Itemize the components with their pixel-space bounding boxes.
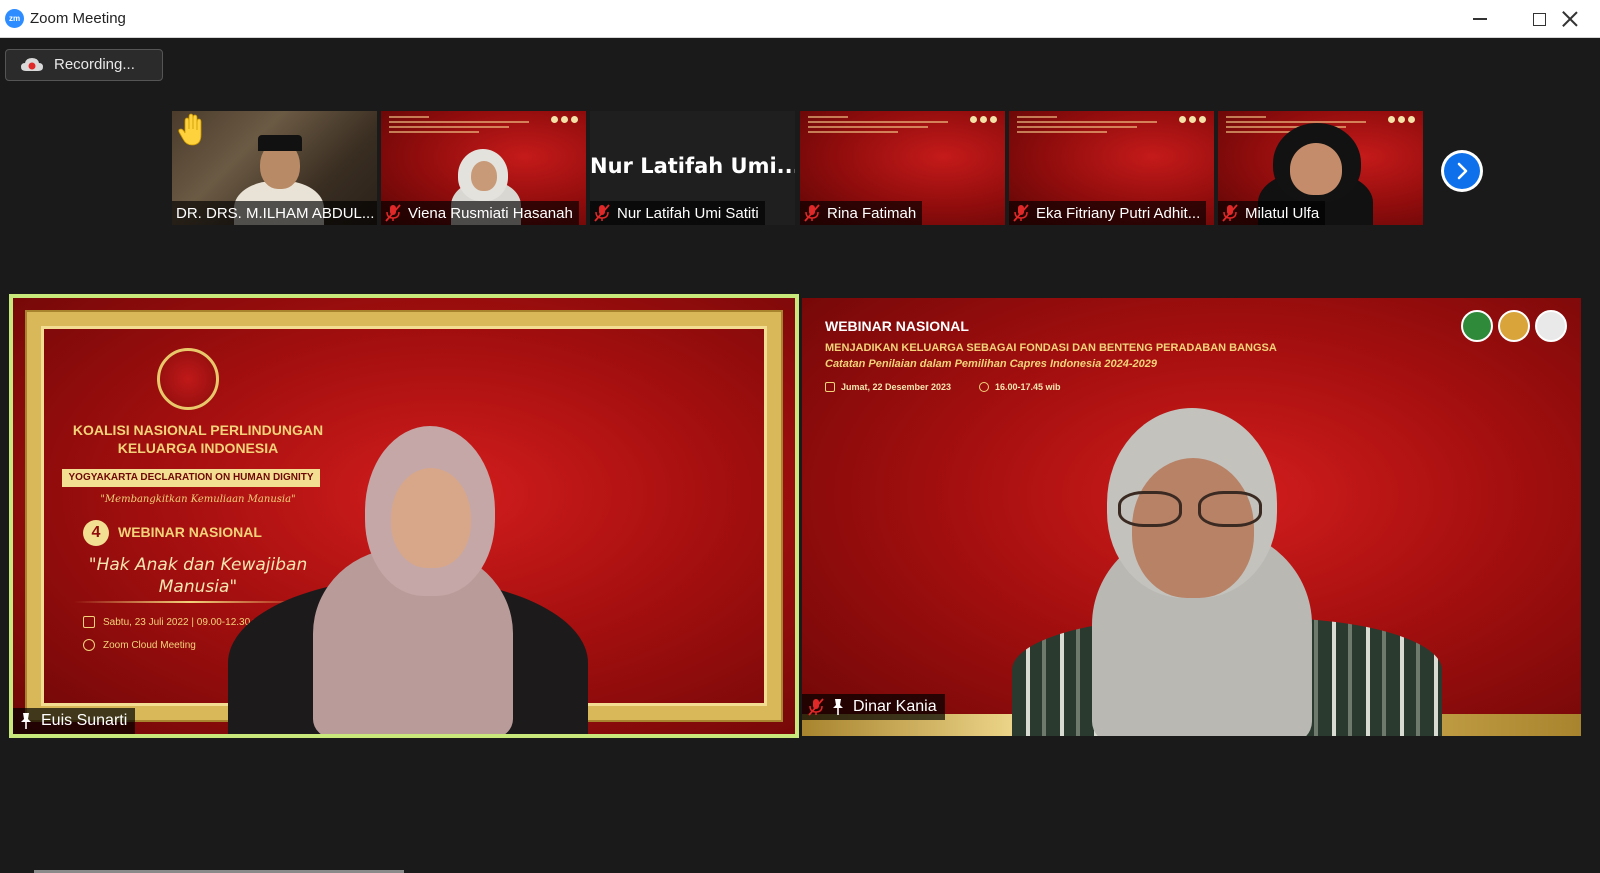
mic-muted-icon [804, 204, 820, 222]
participant-thumbnail[interactable]: Milatul Ulfa [1218, 111, 1423, 225]
title-bar: zm Zoom Meeting [0, 0, 1600, 38]
video-camera-icon [83, 639, 95, 651]
speaker-face [391, 468, 471, 568]
window-title: Zoom Meeting [30, 10, 126, 27]
event-platform: Zoom Cloud Meeting [83, 639, 196, 651]
participant-name-bar: Nur Latifah Umi Satiti [590, 201, 765, 225]
event-time: 16.00-17.45 wib [979, 382, 1061, 392]
speaker-name-bar: Dinar Kania [802, 694, 945, 720]
zoom-logo-icon: zm [5, 9, 24, 28]
divider [73, 601, 307, 603]
speaker-video-tile[interactable]: WEBINAR NASIONAL MENJADIKAN KELUARGA SEB… [802, 298, 1581, 736]
cloud-record-icon [21, 58, 43, 71]
calendar-icon [83, 616, 95, 628]
participant-thumbnail[interactable]: Nur Latifah Umi... Nur Latifah Umi Satit… [590, 111, 795, 225]
participant-name: Nur Latifah Umi Satiti [617, 204, 759, 222]
webinar-label: WEBINAR NASIONAL [118, 524, 262, 540]
participant-name: Milatul Ulfa [1245, 204, 1320, 222]
participant-name-bar: DR. DRS. M.ILHAM ABDUL... [172, 201, 377, 225]
next-page-button[interactable] [1441, 150, 1483, 192]
org-name-line2: KELUARGA INDONESIA [117, 440, 279, 456]
calendar-icon [825, 382, 835, 392]
mic-muted-icon [594, 204, 610, 222]
partner-logo-icon [1535, 310, 1567, 342]
participant-thumbnail[interactable]: DR. DRS. M.ILHAM ABDUL... [172, 111, 377, 225]
mic-muted-icon [1013, 204, 1029, 222]
participant-name-bar: Rina Fatimah [800, 201, 923, 225]
partner-logos [1461, 310, 1567, 342]
partner-logo-icon [1461, 310, 1493, 342]
participant-face [471, 161, 497, 191]
participant-name: DR. DRS. M.ILHAM ABDUL... [176, 204, 375, 222]
speaker-video-tile[interactable]: KOALISI NASIONAL PERLINDUNGAN KELUARGA I… [9, 294, 799, 738]
slide-banner [389, 116, 539, 136]
close-icon [1562, 11, 1578, 27]
webinar-subtitle: Catatan Penilaian dalam Pemilihan Capres… [825, 358, 1157, 370]
recording-label: Recording... [54, 56, 135, 73]
close-button[interactable] [1541, 0, 1599, 38]
event-date: Jumat, 22 Desember 2023 [825, 382, 951, 392]
participant-thumbnail[interactable]: Rina Fatimah [800, 111, 1005, 225]
participant-name-bar: Viena Rusmiati Hasanah [381, 201, 579, 225]
webinar-theme: MENJADIKAN KELUARGA SEBAGAI FONDASI DAN … [825, 342, 1277, 354]
event-time-text: 16.00-17.45 wib [995, 382, 1061, 392]
participant-name: Eka Fitriany Putri Adhit... [1036, 204, 1201, 222]
slide-banner [1017, 116, 1167, 136]
speaker-name: Dinar Kania [853, 698, 937, 715]
event-date-text: Sabtu, 23 Juli 2022 | 09.00-12.30 wib [103, 616, 268, 628]
mic-muted-icon [808, 698, 824, 716]
webinar-number: 4 [83, 520, 109, 546]
talk-title-line1: "Hak Anak dan Kewajiban [88, 555, 308, 575]
slide-logos [1388, 116, 1415, 123]
event-platform-text: Zoom Cloud Meeting [103, 639, 196, 651]
webinar-label: WEBINAR NASIONAL [825, 318, 969, 334]
clock-icon [979, 382, 989, 392]
participant-name-bar: Eka Fitriany Putri Adhit... [1009, 201, 1207, 225]
participant-display-name: Nur Latifah Umi... [590, 154, 795, 178]
participant-name: Viena Rusmiati Hasanah [408, 204, 573, 222]
participant-name: Rina Fatimah [827, 204, 917, 222]
declaration-badge: YOGYAKARTA DECLARATION ON HUMAN DIGNITY [62, 469, 320, 487]
participant-thumbnail[interactable]: Eka Fitriany Putri Adhit... [1009, 111, 1214, 225]
pin-icon [21, 713, 31, 729]
org-name-line1: KOALISI NASIONAL PERLINDUNGAN [72, 422, 324, 438]
participant-thumbnail[interactable]: Viena Rusmiati Hasanah [381, 111, 586, 225]
organization-seal-icon [157, 348, 219, 410]
slide-logos [1179, 116, 1206, 123]
next-page-circle [1444, 153, 1480, 189]
participant-face [1290, 143, 1342, 195]
pin-icon [833, 699, 843, 715]
minimize-button[interactable] [1451, 0, 1509, 38]
speaker-name: Euis Sunarti [41, 712, 128, 729]
chevron-right-icon [1457, 162, 1468, 180]
participant-name-bar: Milatul Ulfa [1218, 201, 1326, 225]
slide-logos [551, 116, 578, 123]
motto: "Membangkitkan Kemuliaan Manusia" [100, 494, 296, 505]
slide-logos [970, 116, 997, 123]
event-date-text: Jumat, 22 Desember 2023 [841, 382, 952, 392]
partner-logo-icon [1498, 310, 1530, 342]
peci-cap [258, 135, 302, 151]
glasses-icon [1118, 491, 1264, 529]
mic-muted-icon [385, 204, 401, 222]
slide-banner [808, 116, 958, 136]
speaker-name-bar: Euis Sunarti [13, 708, 136, 734]
event-date: Sabtu, 23 Juli 2022 | 09.00-12.30 wib [83, 616, 268, 628]
raise-hand-icon [178, 113, 202, 146]
mic-muted-icon [1222, 204, 1238, 222]
recording-indicator[interactable]: Recording... [5, 49, 163, 81]
minimize-icon [1473, 18, 1487, 20]
